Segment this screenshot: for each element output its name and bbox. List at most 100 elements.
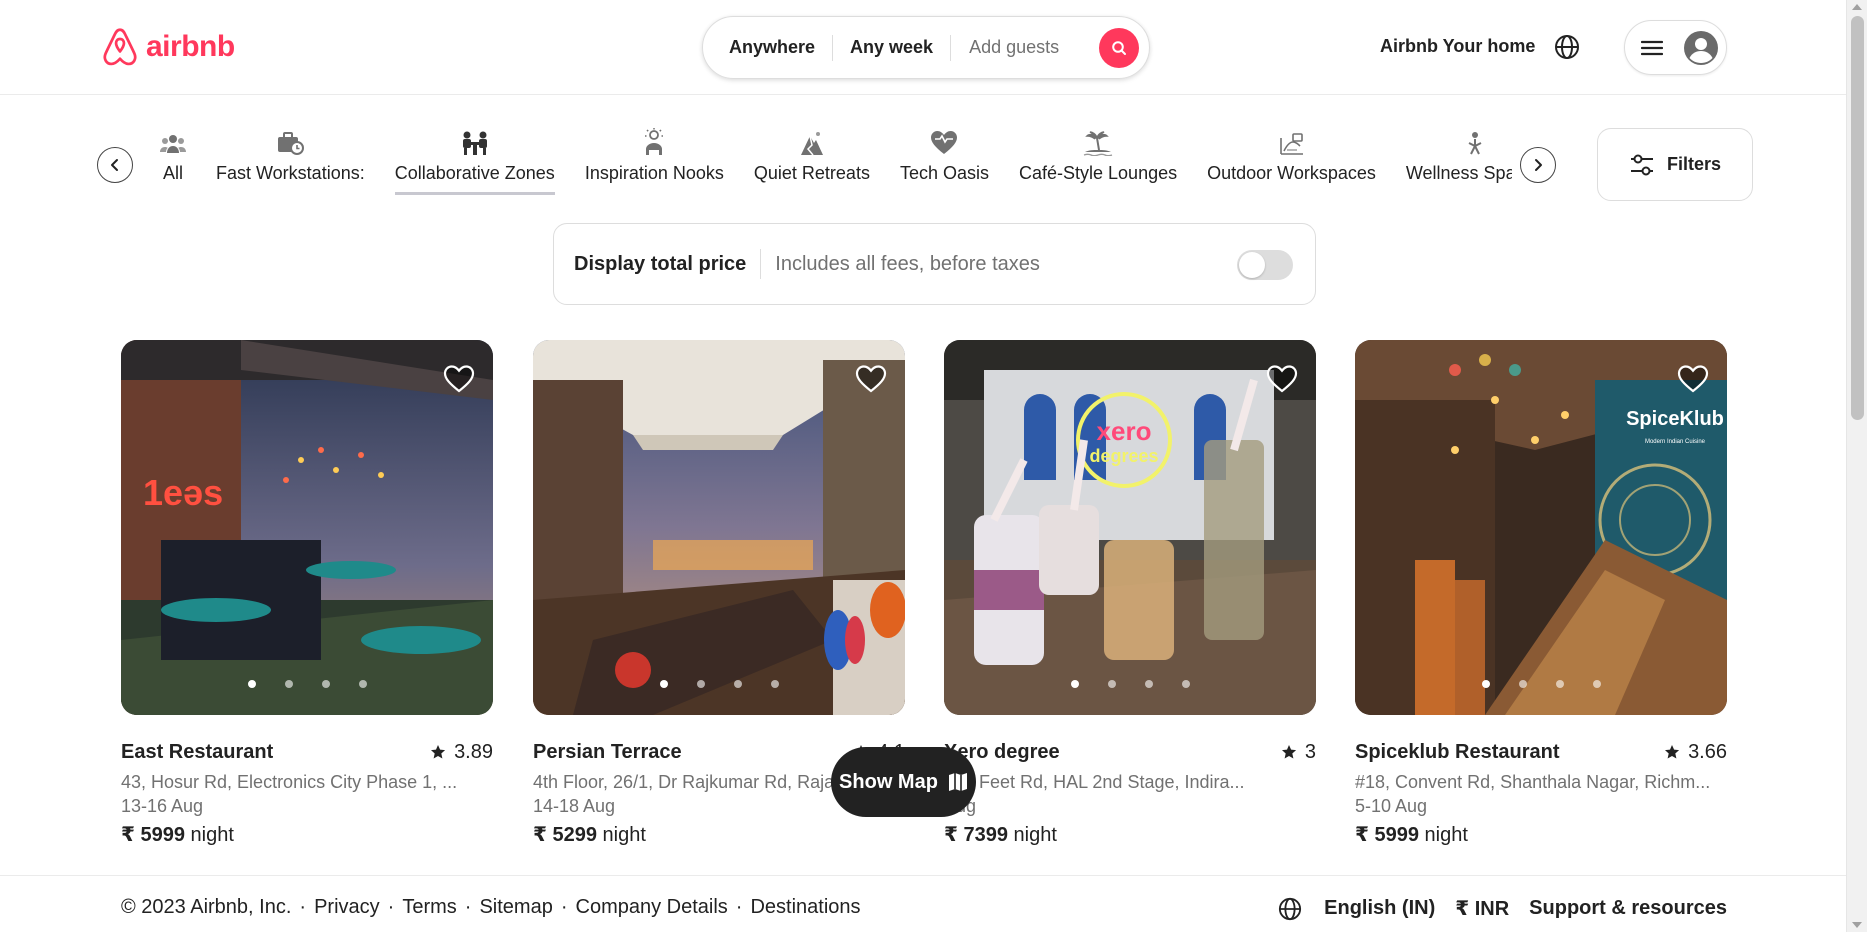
landscape-icon bbox=[1277, 120, 1305, 156]
listing-title: Persian Terrace bbox=[533, 740, 682, 763]
footer-support-button[interactable]: Support & resources bbox=[1529, 897, 1727, 920]
wishlist-heart-button[interactable] bbox=[443, 364, 475, 399]
chevron-left-icon bbox=[111, 159, 118, 171]
east-neon-sign: 1eəs bbox=[143, 472, 223, 513]
category-outdoor-workspaces[interactable]: Outdoor Workspaces bbox=[1192, 120, 1391, 210]
category-fast-workstations[interactable]: Fast Workstations: bbox=[201, 120, 380, 210]
footer-link-sitemap[interactable]: Sitemap bbox=[479, 896, 552, 919]
scrollbar-thumb[interactable] bbox=[1851, 16, 1864, 420]
search-button[interactable] bbox=[1099, 28, 1139, 68]
footer-link-company-details[interactable]: Company Details bbox=[576, 896, 728, 919]
listing-price: ₹ 5299 night bbox=[533, 824, 646, 846]
heart-icon bbox=[1266, 365, 1298, 393]
search-anywhere[interactable]: Anywhere bbox=[703, 37, 832, 58]
footer-currency-button[interactable]: ₹ INR bbox=[1455, 896, 1509, 921]
total-price-toggle[interactable] bbox=[1237, 250, 1293, 280]
footer-separator: · bbox=[735, 896, 743, 918]
footer: © 2023 Airbnb, Inc. · Privacy · Terms · … bbox=[0, 875, 1846, 932]
show-map-label: Show Map bbox=[839, 770, 938, 793]
airbnb-logo-icon bbox=[103, 28, 137, 66]
page-scrollbar[interactable] bbox=[1846, 0, 1867, 932]
hamburger-menu-icon bbox=[1641, 40, 1663, 55]
search-any-week[interactable]: Any week bbox=[833, 37, 950, 58]
host-your-home-link[interactable]: Airbnb Your home bbox=[1380, 36, 1535, 57]
degrees-neon-sign: degrees bbox=[1089, 446, 1158, 466]
category-tech-oasis[interactable]: Tech Oasis bbox=[885, 120, 1004, 210]
carousel-dots bbox=[533, 680, 905, 688]
avatar-icon bbox=[1684, 30, 1718, 65]
filters-button[interactable]: Filters bbox=[1597, 128, 1753, 201]
wishlist-heart-button[interactable] bbox=[1266, 364, 1298, 399]
category-all[interactable]: All bbox=[150, 120, 201, 210]
footer-link-terms[interactable]: Terms bbox=[402, 896, 456, 919]
top-header: airbnb Anywhere Any week Add guests Airb… bbox=[0, 0, 1846, 95]
listing-price: ₹ 5999 night bbox=[1355, 824, 1468, 846]
footer-separator: · bbox=[299, 896, 307, 918]
footer-separator: · bbox=[387, 896, 395, 918]
globe-icon bbox=[1279, 897, 1302, 920]
listing-card[interactable]: SpiceKlub Modern Indian Cuisine Spiceklu… bbox=[1355, 340, 1727, 850]
listing-photo[interactable]: 1eəs bbox=[121, 340, 493, 715]
filters-sliders-icon bbox=[1630, 154, 1653, 175]
wishlist-heart-button[interactable] bbox=[855, 364, 887, 399]
language-globe-button[interactable] bbox=[1554, 34, 1580, 65]
category-quiet-retreats[interactable]: Quiet Retreats bbox=[739, 120, 885, 210]
show-map-button[interactable]: Show Map bbox=[831, 747, 976, 817]
listing-photo[interactable] bbox=[533, 340, 905, 715]
footer-language-button[interactable]: English (IN) bbox=[1324, 897, 1435, 920]
wishlist-heart-button[interactable] bbox=[1677, 364, 1709, 399]
listing-title: East Restaurant bbox=[121, 740, 274, 763]
category-wellness-spaces[interactable]: Wellness Spaces bbox=[1391, 120, 1512, 210]
heart-icon bbox=[1677, 365, 1709, 393]
brand-name: airbnb bbox=[146, 30, 235, 63]
footer-link-privacy[interactable]: Privacy bbox=[314, 896, 380, 919]
listing-dates: 5-10 Aug bbox=[1355, 796, 1428, 816]
listing-photo[interactable]: xero degrees bbox=[944, 340, 1316, 715]
listing-title: Spiceklub Restaurant bbox=[1355, 740, 1560, 763]
spiceklub-sign: SpiceKlub bbox=[1626, 408, 1724, 430]
mountain-icon bbox=[799, 120, 825, 156]
categories-next-button[interactable] bbox=[1520, 147, 1556, 183]
toggle-knob bbox=[1239, 252, 1265, 278]
user-menu-button[interactable] bbox=[1624, 20, 1727, 75]
display-total-price-panel: Display total price Includes all fees, b… bbox=[553, 223, 1316, 305]
listing-card[interactable]: 1eəs East Restaurant 3.89 43, Hosur Rd, … bbox=[121, 340, 493, 850]
footer-copyright: © 2023 Airbnb, Inc. bbox=[121, 896, 292, 918]
xero-neon-sign: xero bbox=[1097, 416, 1152, 446]
listing-price: ₹ 7399 night bbox=[944, 824, 1057, 846]
listing-address: 100 Feet Rd, HAL 2nd Stage, Indira... bbox=[944, 772, 1245, 792]
lightbulb-person-icon bbox=[640, 120, 668, 156]
listing-price: ₹ 5999 night bbox=[121, 824, 234, 846]
categories-prev-button[interactable] bbox=[97, 147, 133, 183]
listing-photo[interactable]: SpiceKlub Modern Indian Cuisine bbox=[1355, 340, 1727, 715]
search-add-guests[interactable]: Add guests bbox=[951, 37, 1077, 58]
category-cafe-style-lounges[interactable]: Café-Style Lounges bbox=[1004, 120, 1192, 210]
listing-rating: 3 bbox=[1281, 741, 1316, 764]
total-price-divider bbox=[760, 249, 762, 279]
scroll-up-arrow[interactable] bbox=[1852, 4, 1862, 10]
total-price-description: Includes all fees, before taxes bbox=[775, 252, 1040, 275]
airbnb-logo[interactable]: airbnb bbox=[100, 26, 235, 68]
heart-circuit-icon bbox=[930, 120, 958, 156]
wellness-icon bbox=[1462, 120, 1488, 156]
team-meeting-icon bbox=[460, 120, 490, 156]
heart-icon bbox=[855, 365, 887, 393]
heart-icon bbox=[443, 365, 475, 393]
scroll-down-arrow[interactable] bbox=[1852, 922, 1862, 928]
briefcase-clock-icon bbox=[276, 120, 305, 156]
footer-link-destinations[interactable]: Destinations bbox=[750, 896, 860, 919]
search-bar[interactable]: Anywhere Any week Add guests bbox=[702, 16, 1150, 79]
listing-dates: 13-16 Aug bbox=[121, 796, 204, 816]
footer-separator: · bbox=[464, 896, 472, 918]
carousel-dots bbox=[944, 680, 1316, 688]
total-price-title: Display total price bbox=[574, 252, 747, 275]
map-icon bbox=[948, 773, 967, 791]
search-icon bbox=[1112, 41, 1126, 55]
globe-icon bbox=[1555, 35, 1579, 59]
category-inspiration-nooks[interactable]: Inspiration Nooks bbox=[570, 120, 739, 210]
chevron-right-icon bbox=[1535, 159, 1542, 171]
listing-dates: Aug bbox=[944, 796, 1316, 817]
listing-card[interactable]: xero degrees Xero degree 3 100 Feet Rd, bbox=[944, 340, 1316, 850]
category-collaborative-zones[interactable]: Collaborative Zones bbox=[380, 120, 570, 210]
star-icon bbox=[1281, 745, 1296, 759]
